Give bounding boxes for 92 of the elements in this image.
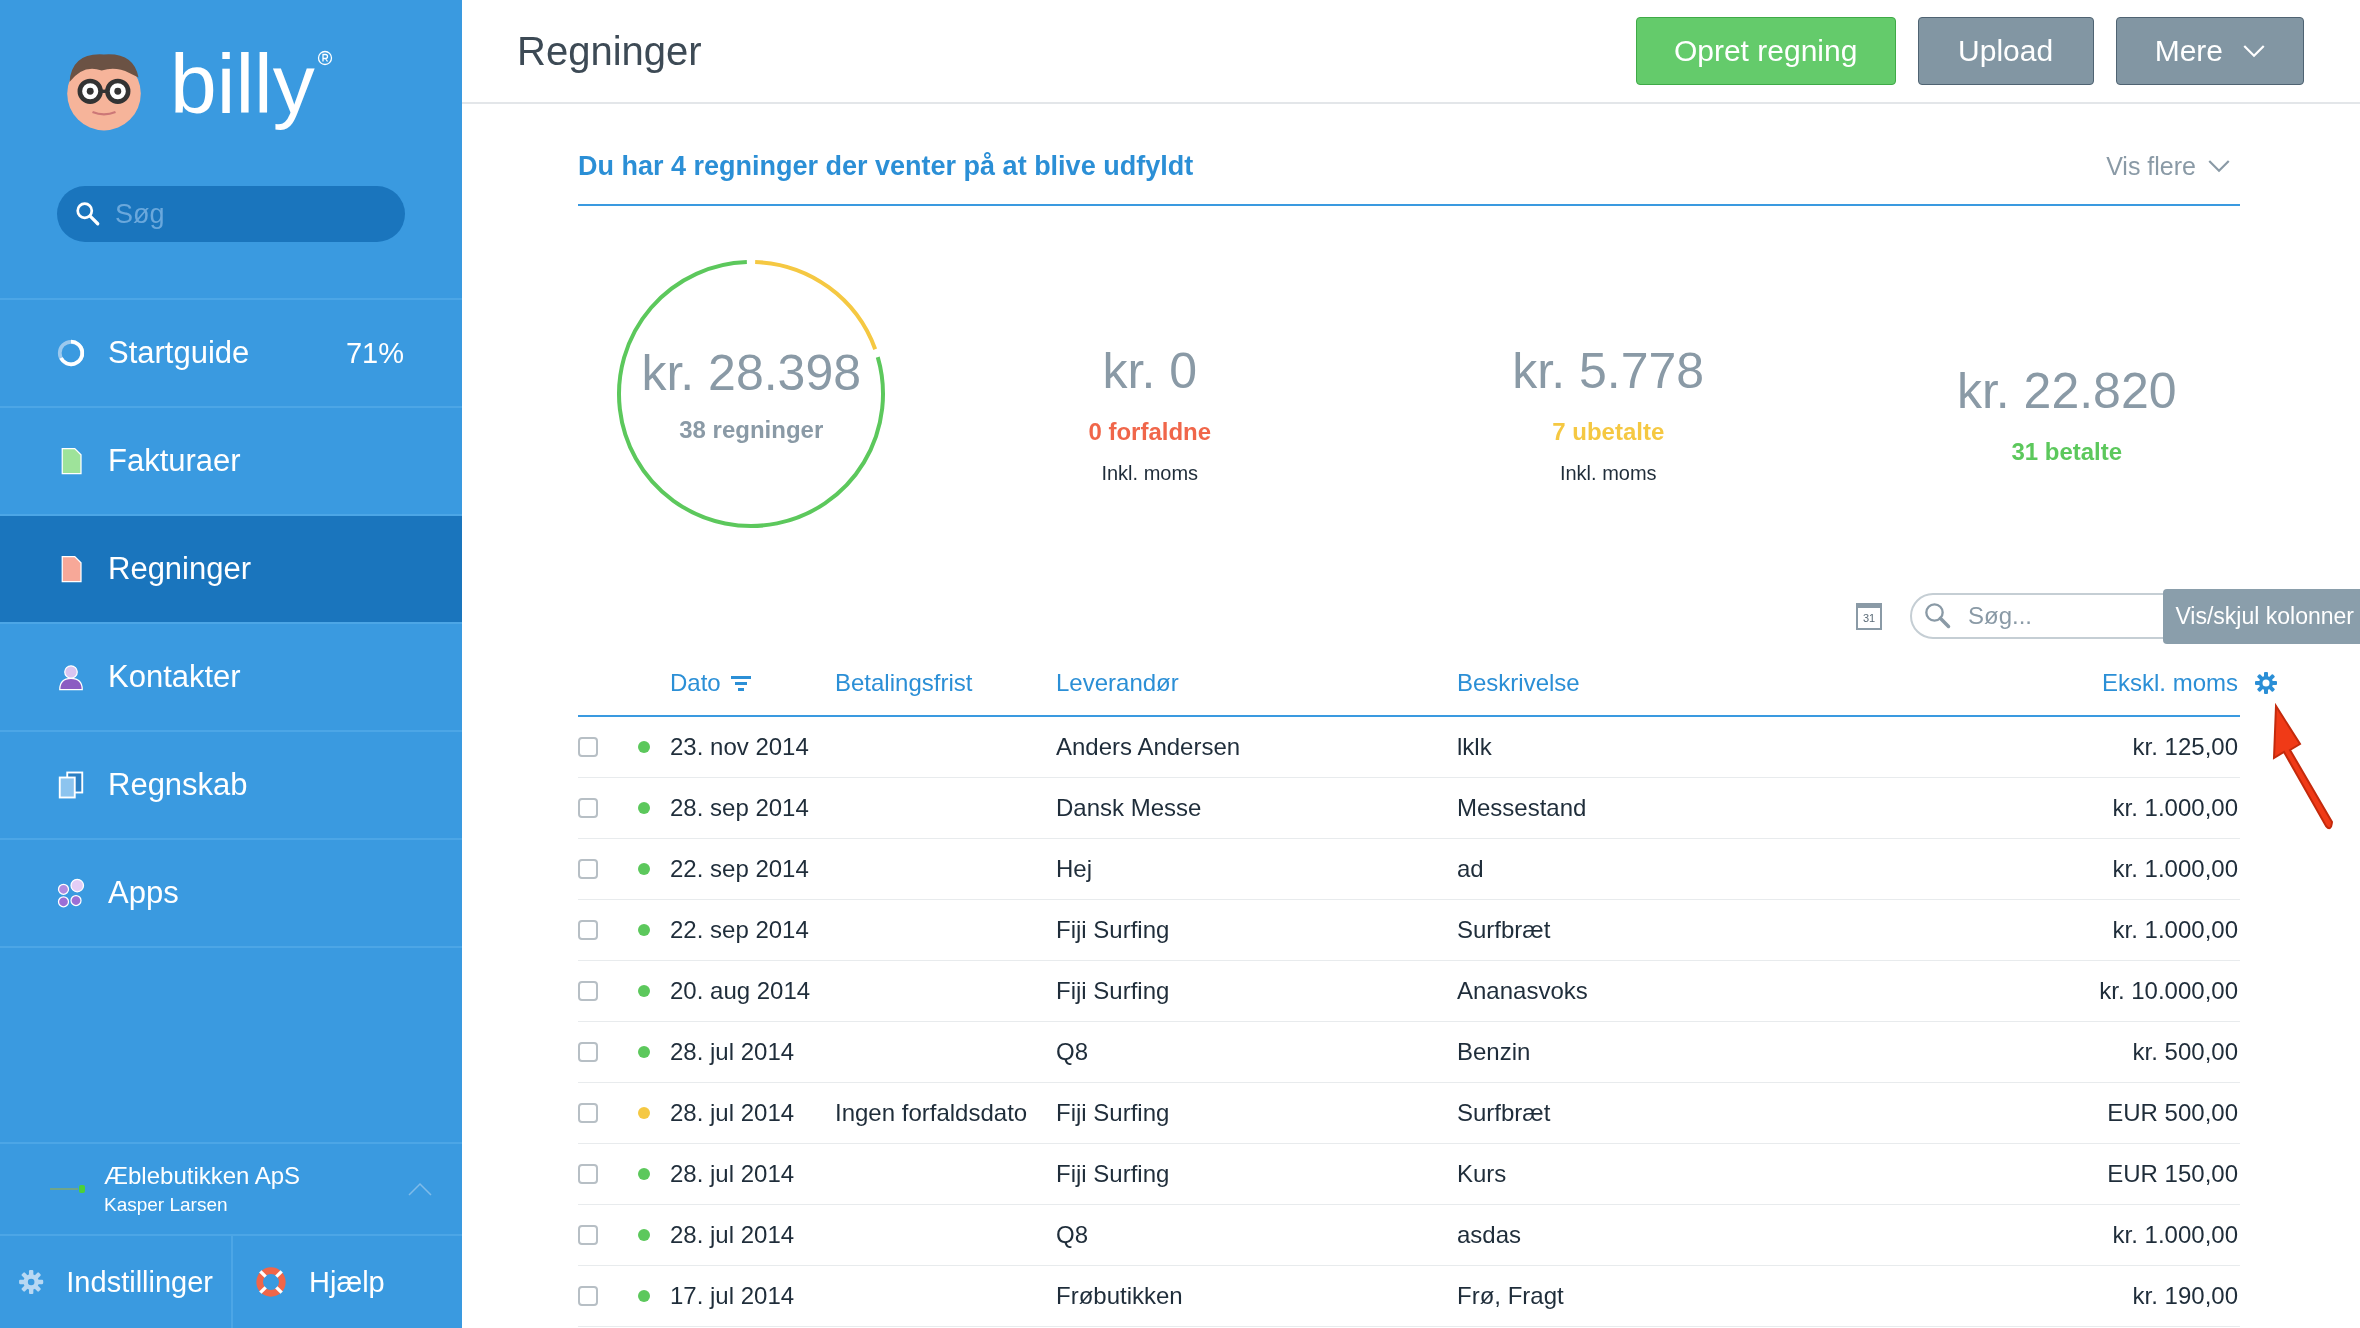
stat-label: 0 forfaldne — [1088, 418, 1212, 446]
stat-amount: kr. 5.778 — [1512, 342, 1705, 400]
show-more-link[interactable]: Vis flere — [2106, 151, 2240, 181]
table-cell: Ingen forfaldsdato — [835, 1099, 1028, 1126]
table-cell-text: Anders Andersen — [1056, 733, 1242, 761]
table-cell-text: 22. sep 2014 — [670, 916, 810, 944]
table-cell-text: Benzin — [1457, 1038, 1532, 1066]
table-cell-text: kr. 1.000,00 — [2112, 916, 2239, 944]
chevron-up-icon[interactable] — [408, 1182, 432, 1196]
table-cell-text: lklk — [1457, 733, 1493, 761]
table-cell-text: Frø, Fragt — [1457, 1282, 1565, 1310]
table-cell-text: Ananasvoks — [1457, 977, 1589, 1005]
table-cell-text: Fiji Surfing — [1056, 916, 1171, 944]
table-cell-text: kr. 1.000,00 — [2112, 794, 2239, 822]
table-cell-text: 17. jul 2014 — [670, 1282, 796, 1310]
table-cell-text: kr. 1.000,00 — [2112, 855, 2239, 883]
stat-amount: kr. 0 — [1102, 342, 1197, 400]
table-cell-text: Fiji Surfing — [1056, 1160, 1171, 1188]
row-checkbox[interactable] — [578, 1164, 598, 1184]
lifebuoy-icon — [255, 1266, 287, 1298]
footer-link[interactable]: Hjælp — [233, 1236, 403, 1328]
more-menu-button[interactable]: Mere — [2115, 17, 2304, 85]
column-header[interactable]: Dato — [670, 669, 835, 697]
bill-count: 38 regninger — [679, 415, 824, 444]
user-name: Kasper Larsen — [104, 1194, 229, 1216]
total-amount: kr. 28.398 — [641, 343, 862, 402]
table-cell-text: 28. jul 2014 — [670, 1038, 796, 1066]
row-checkbox[interactable] — [578, 1042, 598, 1062]
person-icon — [56, 662, 86, 692]
stat-label: 31 betalte — [2011, 437, 2123, 466]
table-cell-text: 23. nov 2014 — [670, 733, 810, 761]
table-cell-text: 28. jul 2014 — [670, 1099, 796, 1127]
table-cell-text: Fiji Surfing — [1056, 1099, 1171, 1127]
table-cell-text: Surfbræt — [1457, 1099, 1552, 1127]
row-checkbox[interactable] — [578, 920, 598, 940]
table-cell-text: Q8 — [1056, 1038, 1089, 1066]
column-header[interactable]: Ekskl. moms — [2102, 669, 2240, 697]
table-cell-text: Dansk Messe — [1056, 794, 1203, 822]
table-cell-text: kr. 10.000,00 — [2099, 977, 2239, 1005]
caret-icon — [2243, 44, 2265, 58]
table-cell-text: Kurs — [1457, 1160, 1508, 1188]
column-header[interactable]: Betalingsfrist — [835, 669, 1056, 697]
footer-link[interactable]: Indstillinger — [0, 1236, 233, 1328]
table-cell-text: kr. 190,00 — [2132, 1282, 2239, 1310]
table-cell-text: Frøbutikken — [1056, 1282, 1184, 1310]
table-cell-text: EUR 500,00 — [2107, 1099, 2239, 1127]
create-button[interactable]: Opret regning — [1635, 17, 1896, 85]
progress-ring-icon — [56, 338, 86, 368]
row-checkbox[interactable] — [578, 798, 598, 818]
row-checkbox[interactable] — [578, 981, 598, 1001]
table-cell-text: Q8 — [1056, 1221, 1089, 1249]
table-cell-text: kr. 1.000,00 — [2112, 1221, 2239, 1249]
stat-label: 7 ubetalte — [1552, 418, 1665, 446]
search-icon — [1924, 602, 1952, 630]
stat-note: Inkl. moms — [1101, 462, 1199, 485]
company-name: Æblebutikken ApS — [104, 1162, 302, 1190]
table-cell-text: kr. 500,00 — [2132, 1038, 2239, 1066]
sidebar-item[interactable]: Regninger — [0, 516, 462, 624]
calendar-button[interactable]: 31 — [1856, 602, 1882, 630]
apps-icon — [56, 878, 86, 908]
table-cell-text: 22. sep 2014 — [670, 855, 810, 883]
pending-notice: Du har 4 regninger der venter på at blive udfyldt — [578, 150, 1194, 182]
table-cell-text: Hej — [1056, 855, 1093, 883]
table-cell-text: 28. jul 2014 — [670, 1160, 796, 1188]
table-cell-text: 28. jul 2014 — [670, 1221, 796, 1249]
row-checkbox[interactable] — [578, 1286, 598, 1306]
table-cell-text: Fiji Surfing — [1056, 977, 1171, 1005]
table-cell-text: 28. sep 2014 — [670, 794, 810, 822]
stat-note: Inkl. moms — [1559, 462, 1657, 485]
row-checkbox[interactable] — [578, 859, 598, 879]
tooltip: Vis/skjul kolonner — [2163, 589, 2360, 644]
table-cell-text: kr. 125,00 — [2132, 733, 2239, 761]
pages-icon — [56, 770, 86, 800]
company-logo-icon — [50, 1184, 86, 1194]
table-cell-text: Surfbræt — [1457, 916, 1552, 944]
row-checkbox[interactable] — [578, 1103, 598, 1123]
sidebar-search-field[interactable]: Søg — [57, 186, 405, 242]
table-cell-text: EUR 150,00 — [2107, 1160, 2239, 1188]
upload-button[interactable]: Upload — [1917, 17, 2094, 85]
row-checkbox[interactable] — [578, 1225, 598, 1245]
search-icon — [75, 201, 101, 227]
stat-amount: kr. 22.820 — [1956, 361, 2177, 420]
caret-icon — [2208, 159, 2230, 173]
table-cell-text: 20. aug 2014 — [670, 977, 812, 1005]
table-cell-text: asdas — [1457, 1221, 1523, 1249]
page-title: Regninger — [517, 28, 702, 74]
row-checkbox[interactable] — [578, 737, 598, 757]
table-cell-text: Messestand — [1457, 794, 1588, 822]
column-header[interactable]: Leverandør — [1056, 669, 1457, 697]
table-cell-text: ad — [1457, 855, 1485, 883]
column-header[interactable]: Beskrivelse — [1457, 669, 1940, 697]
registered-icon — [316, 50, 333, 66]
